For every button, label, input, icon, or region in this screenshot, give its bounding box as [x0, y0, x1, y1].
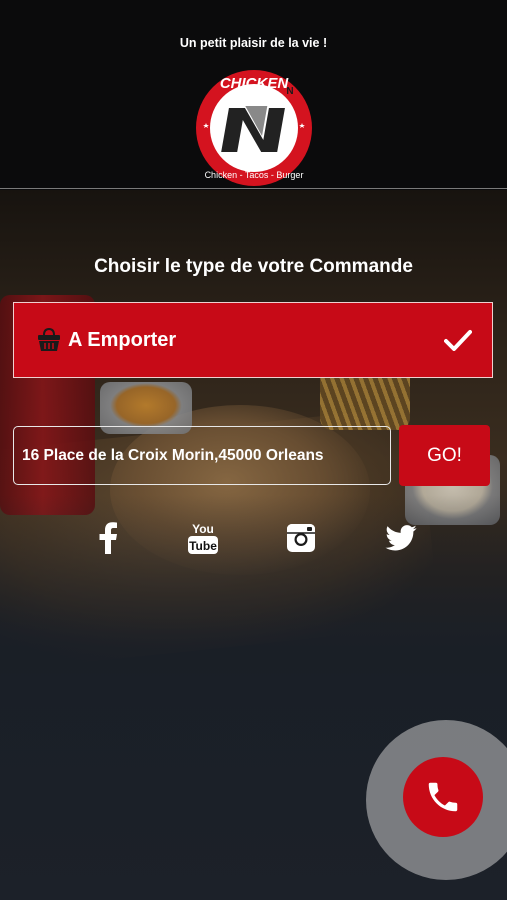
instagram-icon — [287, 524, 315, 552]
youtube-button[interactable]: You Tube — [185, 520, 221, 556]
basket-icon — [38, 327, 60, 351]
call-button[interactable] — [403, 757, 483, 837]
logo-subtitle: Chicken - Tacos - Burger — [205, 170, 304, 180]
facebook-button[interactable] — [90, 520, 126, 556]
logo-brand-text: CHICKEN — [220, 75, 290, 92]
go-button[interactable]: GO! — [399, 425, 490, 486]
twitter-button[interactable] — [383, 520, 419, 556]
page-title: Choisir le type de votre Commande — [94, 256, 413, 277]
address-input[interactable] — [13, 426, 391, 485]
tagline: Un petit plaisir de la vie ! — [179, 36, 328, 50]
brand-logo: CHICKEN N Chicken - Tacos - Burger — [196, 70, 312, 186]
order-type-takeaway-button[interactable]: A Emporter — [13, 302, 493, 378]
youtube-icon: You Tube — [188, 522, 218, 554]
instagram-button[interactable] — [283, 520, 319, 556]
phone-icon — [428, 782, 458, 812]
check-icon — [444, 330, 472, 351]
order-type-label: A Emporter — [68, 329, 177, 351]
logo-sub-letter: N — [286, 86, 293, 97]
youtube-text-top: You — [192, 522, 214, 536]
youtube-text-bottom: Tube — [189, 539, 217, 553]
twitter-icon — [385, 525, 417, 551]
header-divider — [0, 188, 507, 189]
facebook-icon — [99, 522, 117, 554]
